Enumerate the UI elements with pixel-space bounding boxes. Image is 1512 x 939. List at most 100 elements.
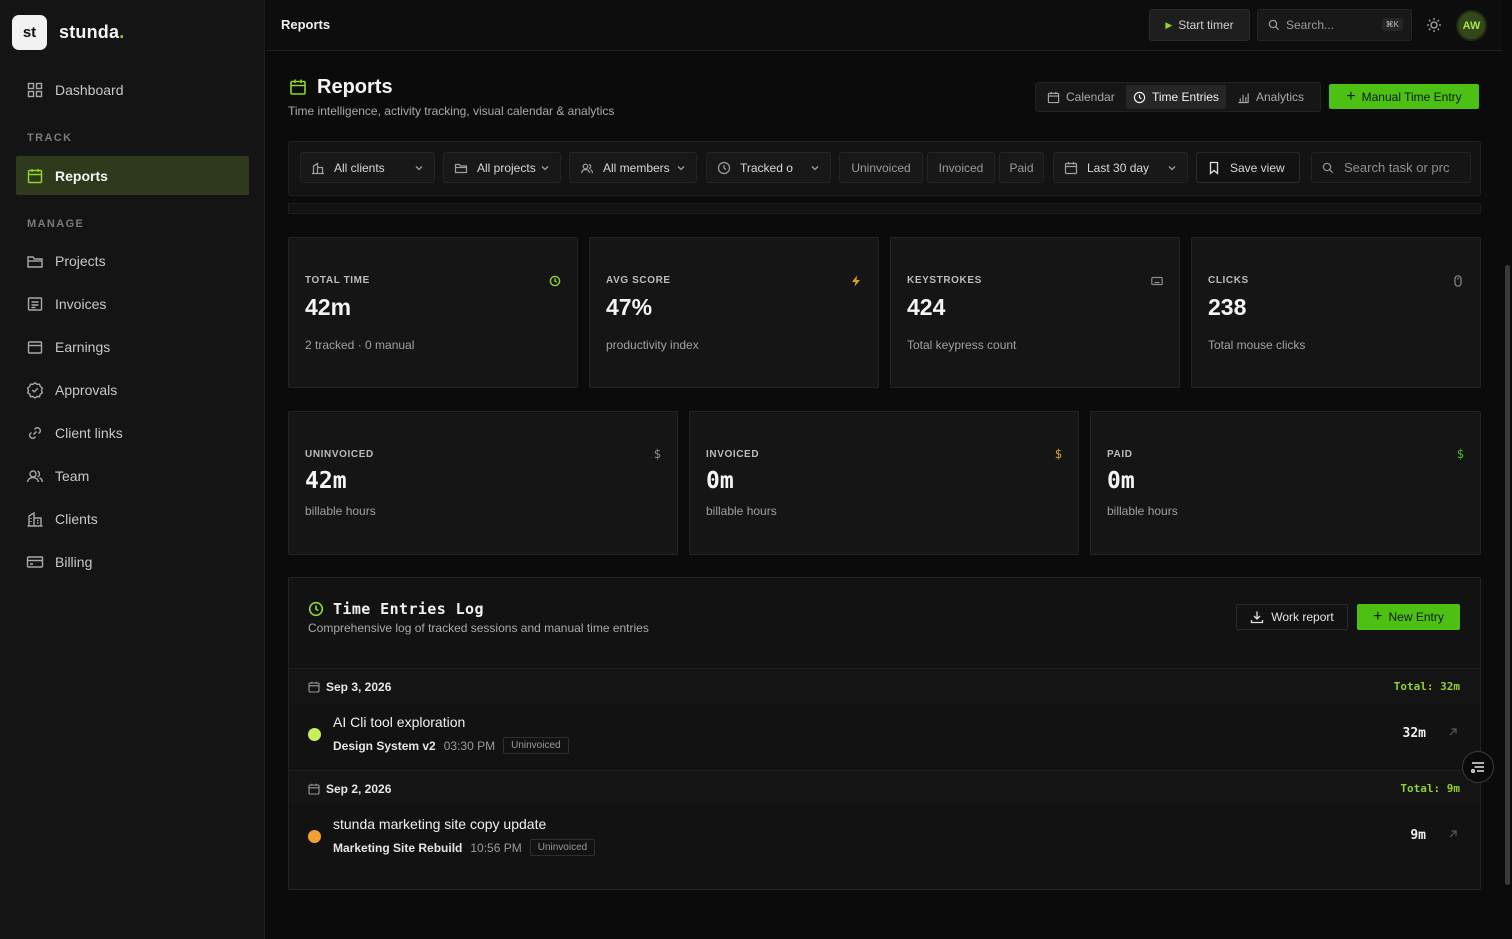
brand[interactable]: st stunda. [12,15,124,50]
chevron-down-icon [811,166,819,171]
stat-sub: 2 tracked · 0 manual [305,338,415,352]
sidebar-item-label: Client links [55,424,123,441]
start-timer-button[interactable]: ▶ Start timer [1149,9,1250,41]
stat-label: PAID [1107,449,1133,460]
download-icon [1251,611,1264,624]
clients-filter-label: All clients [334,160,385,175]
members-filter-label: All members [603,160,670,175]
folder-icon [27,255,43,268]
dollar-icon: $ [1054,447,1062,461]
stat-label: INVOICED [706,449,760,460]
tab-analytics[interactable]: Analytics [1230,85,1311,109]
day-date: Sep 3, 2026 [326,680,392,694]
sidebar-item-dashboard[interactable]: Dashboard [16,70,249,109]
sidebar-item-invoices[interactable]: Invoices [16,284,249,323]
entry-meta: Marketing Site Rebuild 10:56 PM Uninvoic… [333,839,596,856]
date-range-filter[interactable]: Last 30 day [1053,152,1188,183]
folder-icon [454,163,468,173]
day-group-header: Sep 2, 2026 Total: 9m [289,770,1480,806]
calendar-icon [308,681,320,693]
stat-value: 238 [1208,294,1247,320]
global-search-input[interactable]: Search... ⌘K [1257,9,1412,41]
plus-icon: + [1346,87,1356,105]
tab-time-entries[interactable]: Time Entries [1126,85,1226,109]
manual-time-entry-label: Manual Time Entry [1361,89,1462,104]
brand-name: stunda. [59,22,124,43]
sidebar: st stunda. Dashboard TRACK Reports MANAG… [0,0,265,939]
stat-label: UNINVOICED [305,449,374,460]
tracked-filter[interactable]: Tracked o [706,152,831,183]
entry-status-dot [308,830,321,843]
section-label-manage: MANAGE [27,218,85,230]
work-report-button[interactable]: Work report [1236,604,1348,630]
invoice-icon [27,296,43,311]
clock-icon [549,275,561,287]
calendar-icon [1047,91,1060,103]
stat-label: TOTAL TIME [305,275,370,286]
task-search-input[interactable]: Search task or prc [1311,152,1471,183]
wallet-icon [27,340,43,354]
entry-status-dot [308,728,321,741]
date-range-label: Last 30 day [1087,160,1150,175]
day-total: Total: 9m [1400,782,1460,795]
chevron-down-icon [1168,166,1176,171]
time-entry-row[interactable]: stunda marketing site copy update Market… [289,806,1480,871]
new-entry-label: New Entry [1388,610,1444,624]
stat-card-keystrokes: KEYSTROKES 424 Total keypress count [890,237,1180,388]
tab-label: Calendar [1066,90,1115,104]
sidebar-item-team[interactable]: Team [16,456,249,495]
manual-time-entry-button[interactable]: + Manual Time Entry [1329,84,1479,109]
sidebar-item-approvals[interactable]: Approvals [16,370,249,409]
arrow-up-right-icon[interactable] [1448,727,1458,737]
sidebar-item-clients[interactable]: Clients [16,499,249,538]
brand-logo: st [12,15,47,50]
sidebar-item-label: Team [55,467,90,484]
status-filter-invoiced[interactable]: Invoiced [927,152,995,183]
scrollbar[interactable] [1502,0,1512,939]
clients-filter[interactable]: All clients [300,152,435,183]
stat-value: 0m [1107,468,1135,494]
brand-dot: . [119,22,125,42]
status-badge: Uninvoiced [529,839,596,856]
status-filter-uninvoiced[interactable]: Uninvoiced [839,152,923,183]
members-filter[interactable]: All members [569,152,697,183]
new-entry-button[interactable]: + New Entry [1357,604,1460,630]
entry-duration: 32m [1402,726,1426,741]
bookmark-icon [1209,161,1219,175]
sun-icon[interactable] [1425,16,1443,34]
save-view-button[interactable]: Save view [1196,152,1300,183]
stat-card-clicks: CLICKS 238 Total mouse clicks [1191,237,1481,388]
chevron-down-icon [541,166,549,171]
sidebar-item-label: Clients [55,510,98,527]
sidebar-item-label: Approvals [55,381,118,398]
stat-value: 47% [606,294,653,320]
stat-sub: billable hours [1107,504,1178,518]
stat-sub: productivity index [606,338,699,352]
filter-settings-fab[interactable] [1462,751,1494,783]
status-filter-paid[interactable]: Paid [999,152,1044,183]
avatar[interactable]: AW [1456,10,1487,41]
time-entry-row[interactable]: AI Cli tool exploration Design System v2… [289,704,1480,769]
tab-calendar[interactable]: Calendar [1040,85,1122,109]
sidebar-item-projects[interactable]: Projects [16,241,249,280]
chevron-down-icon [415,166,423,171]
page-title: Reports [317,76,393,98]
tab-label: Analytics [1256,90,1305,104]
scrollbar-thumb[interactable] [1505,265,1510,885]
search-icon [1322,162,1334,173]
log-title: Time Entries Log [333,600,484,618]
stat-value: 42m [305,294,352,320]
link-icon [29,426,41,439]
sidebar-item-client-links[interactable]: Client links [16,413,249,452]
arrow-up-right-icon[interactable] [1448,829,1458,839]
task-search-placeholder: Search task or prc [1344,160,1450,175]
projects-filter[interactable]: All projects [443,152,561,183]
sidebar-item-reports[interactable]: Reports [16,156,249,195]
sidebar-item-billing[interactable]: Billing [16,542,249,581]
lightning-icon [852,275,860,287]
clock-icon [717,161,731,174]
building-icon [312,161,324,174]
stat-sub: billable hours [305,504,376,518]
keyboard-icon [1151,276,1163,286]
sidebar-item-earnings[interactable]: Earnings [16,327,249,366]
